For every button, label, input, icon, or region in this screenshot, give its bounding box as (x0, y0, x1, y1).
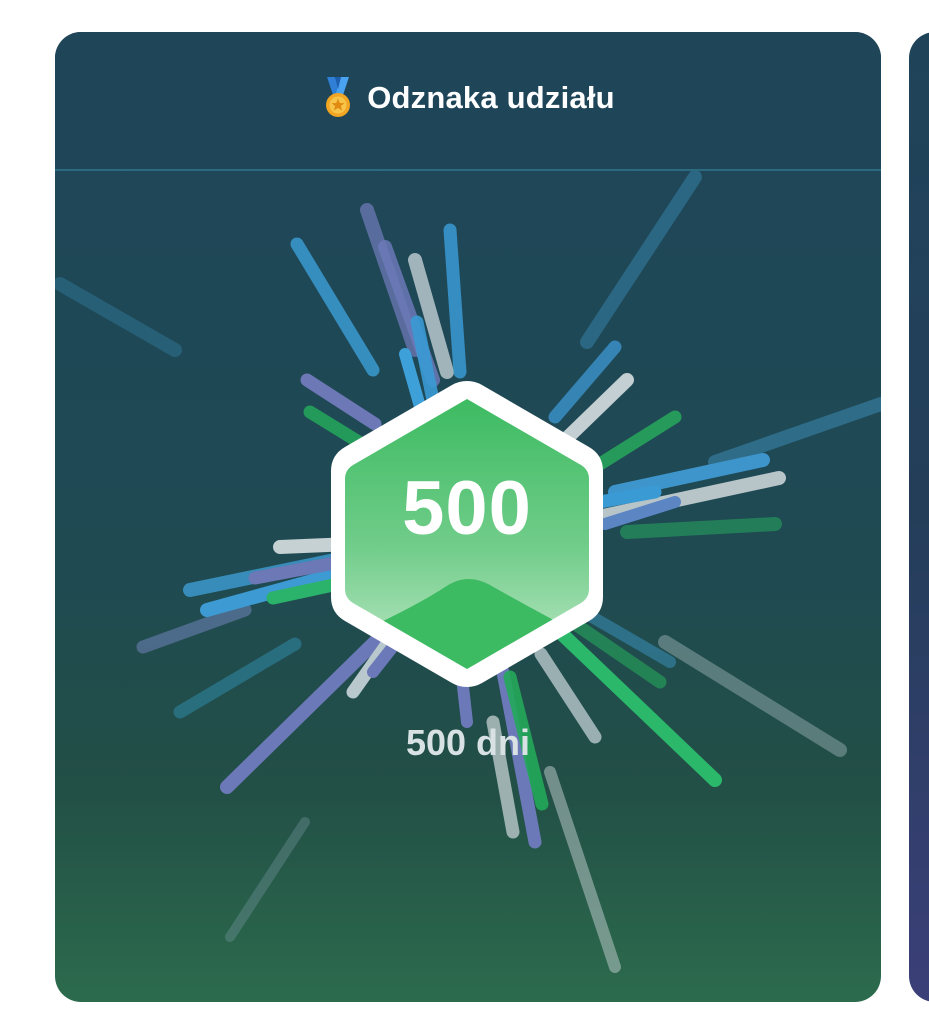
next-badge-card[interactable] (909, 32, 929, 1002)
streak-badge (331, 381, 603, 687)
card-title: Odznaka udziału (367, 79, 615, 115)
card-header: Odznaka udziału (55, 32, 881, 171)
days-count-label: 500 dni (405, 722, 531, 763)
medal-icon (326, 76, 351, 117)
participation-badge-card: Odznaka udziału 500 500 dni (55, 32, 881, 1002)
